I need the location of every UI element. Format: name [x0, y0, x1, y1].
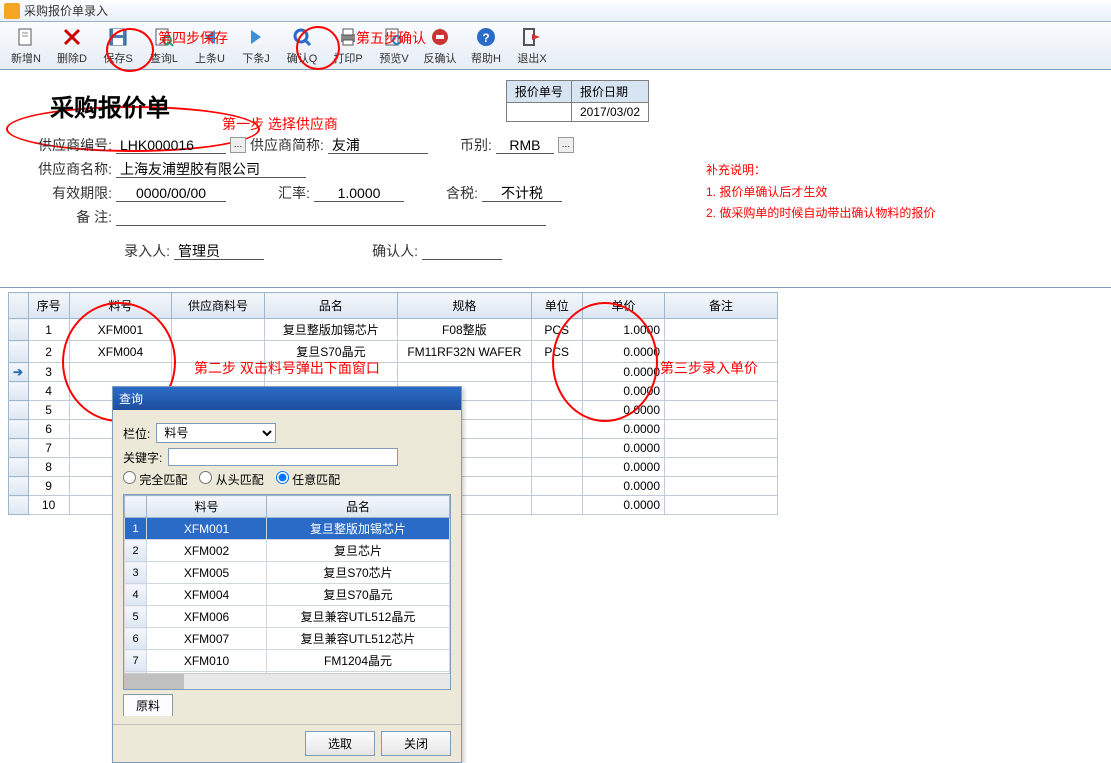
window-title: 采购报价单录入 — [24, 2, 108, 19]
toolbar-search-button[interactable]: 查询L — [142, 24, 186, 68]
preview-icon — [383, 26, 405, 48]
popup-hscroll[interactable] — [124, 673, 450, 689]
confirmed-by-label: 确认人: — [268, 241, 418, 261]
remark-label: 备 注: — [24, 207, 112, 227]
supplier-short-label: 供应商简称: — [250, 135, 324, 155]
popup-list-header[interactable]: 料号 — [147, 496, 267, 518]
currency-lookup[interactable]: … — [558, 137, 574, 153]
grid-header[interactable]: 备注 — [665, 293, 778, 319]
unconfirm-icon — [429, 26, 451, 48]
valid-label: 有效期限: — [24, 183, 112, 203]
popup-list-row[interactable]: 7XFM010FM1204晶元 — [125, 650, 450, 672]
popup-title: 查询 — [113, 387, 461, 410]
toolbar-save-button[interactable]: 保存S — [96, 24, 140, 68]
popup-tab-raw[interactable]: 原料 — [123, 694, 173, 716]
popup-list-row[interactable]: 5XFM006复旦兼容UTL512晶元 — [125, 606, 450, 628]
grid-header[interactable]: 料号 — [69, 293, 172, 319]
toolbar-unconfirm-button[interactable]: 反确认 — [418, 24, 462, 68]
toolbar-preview-button[interactable]: 预览V — [372, 24, 416, 68]
table-row[interactable]: ➔30.0000 — [9, 363, 778, 382]
tax-label: 含税: — [408, 183, 478, 203]
popup-match-exact[interactable]: 完全匹配 — [123, 471, 187, 488]
print-icon — [337, 26, 359, 48]
entered-by-input — [174, 243, 264, 260]
supplier-name-input[interactable] — [116, 161, 306, 178]
popup-list-row[interactable]: 6XFM007复旦兼容UTL512芯片 — [125, 628, 450, 650]
new-icon — [15, 26, 37, 48]
supplier-short-input[interactable] — [328, 137, 428, 154]
toolbar-new-button[interactable]: 新增N — [4, 24, 48, 68]
popup-list-row[interactable]: 2XFM002复旦芯片 — [125, 540, 450, 562]
toolbar-help-button[interactable]: ?帮助H — [464, 24, 508, 68]
grid-header[interactable]: 品名 — [264, 293, 397, 319]
currency-input[interactable] — [496, 137, 554, 154]
supplier-name-label: 供应商名称: — [24, 159, 112, 179]
valid-input[interactable] — [116, 185, 226, 202]
popup-list-row[interactable]: 3XFM005复旦S70芯片 — [125, 562, 450, 584]
popup-list-header[interactable]: 品名 — [267, 496, 450, 518]
remark-input[interactable] — [116, 209, 546, 226]
rate-input[interactable] — [314, 185, 404, 202]
next-icon — [245, 26, 267, 48]
popup-field-label: 栏位: — [123, 425, 150, 442]
form-title: 采购报价单 — [50, 88, 1091, 123]
popup-result-list[interactable]: 料号品名1XFM001复旦整版加锡芯片2XFM002复旦芯片3XFM005复旦S… — [123, 494, 451, 690]
tax-input[interactable] — [482, 185, 562, 202]
delete-icon — [61, 26, 83, 48]
grid-header[interactable]: 单位 — [531, 293, 582, 319]
popup-select-button[interactable]: 选取 — [305, 731, 375, 756]
popup-keyword-label: 关键字: — [123, 449, 162, 466]
toolbar: 新增N删除D保存S查询L上条U下条J确认Q打印P预览V反确认?帮助H退出X — [0, 22, 1111, 70]
supplier-code-label: 供应商编号: — [24, 135, 112, 155]
popup-match-head[interactable]: 从头匹配 — [199, 471, 263, 488]
table-row[interactable]: 2XFM004复旦S70晶元FM11RF32N WAFERPCS0.0000 — [9, 341, 778, 363]
toolbar-print-button[interactable]: 打印P — [326, 24, 370, 68]
prev-icon — [199, 26, 221, 48]
form-area: 采购报价单 供应商编号: … 供应商简称: 币别: … 供应商名称: 有效期限:… — [0, 70, 1111, 275]
toolbar-next-button[interactable]: 下条J — [234, 24, 278, 68]
popup-close-button[interactable]: 关闭 — [381, 731, 451, 756]
confirm-icon — [291, 26, 313, 48]
grid-header[interactable]: 序号 — [28, 293, 69, 319]
entered-by-label: 录入人: — [120, 241, 170, 261]
window-titlebar: 采购报价单录入 — [0, 0, 1111, 22]
toolbar-prev-button[interactable]: 上条U — [188, 24, 232, 68]
lookup-popup: 查询 栏位: 料号 关键字: 完全匹配 从头匹配 任意匹配 料号品名1XFM00… — [112, 386, 462, 763]
table-row[interactable]: 1XFM001复旦整版加锡芯片F08整版PCS1.0000 — [9, 319, 778, 341]
supplier-code-input[interactable] — [116, 137, 226, 154]
help-icon: ? — [475, 26, 497, 48]
popup-list-row[interactable]: 1XFM001复旦整版加锡芯片 — [125, 518, 450, 540]
popup-field-select[interactable]: 料号 — [156, 423, 276, 443]
grid-header[interactable]: 规格 — [398, 293, 531, 319]
supplier-code-lookup[interactable]: … — [230, 137, 246, 153]
grid-header[interactable]: 供应商料号 — [172, 293, 264, 319]
grid-header[interactable]: 单价 — [582, 293, 664, 319]
toolbar-confirm-button[interactable]: 确认Q — [280, 24, 324, 68]
popup-keyword-input[interactable] — [168, 448, 398, 466]
search-icon — [153, 26, 175, 48]
save-icon — [107, 26, 129, 48]
app-icon — [4, 3, 20, 19]
toolbar-delete-button[interactable]: 删除D — [50, 24, 94, 68]
rate-label: 汇率: — [230, 183, 310, 203]
popup-list-row[interactable]: 4XFM004复旦S70晶元 — [125, 584, 450, 606]
exit-icon — [521, 26, 543, 48]
confirmed-by-input — [422, 243, 502, 260]
toolbar-exit-button[interactable]: 退出X — [510, 24, 554, 68]
svg-text:?: ? — [482, 31, 489, 45]
popup-match-any[interactable]: 任意匹配 — [276, 471, 340, 488]
currency-label: 币别: — [432, 135, 492, 155]
